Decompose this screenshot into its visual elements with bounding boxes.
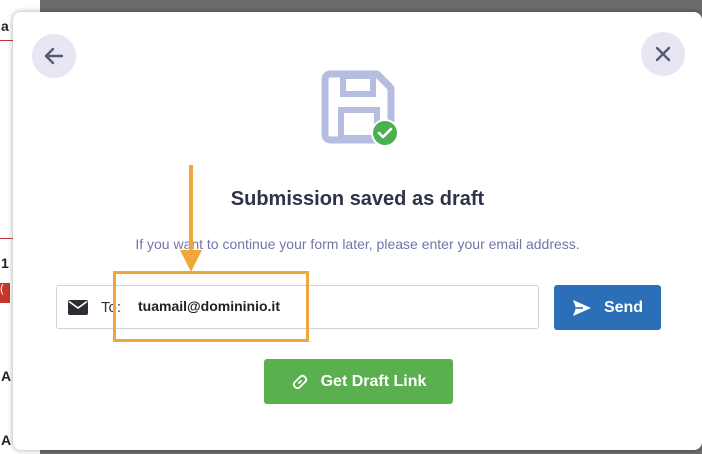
background-divider [0, 238, 14, 239]
get-draft-link-button[interactable]: Get Draft Link [264, 359, 453, 404]
send-button[interactable]: Send [554, 285, 661, 330]
envelope-icon [68, 300, 88, 315]
floppy-disk-check-icon [321, 70, 399, 147]
arrow-left-icon [44, 47, 64, 65]
background-text: A [1, 368, 12, 384]
background-badge: ( [0, 283, 10, 303]
modal-title: Submission saved as draft [230, 188, 485, 210]
annotation-highlight-box [113, 271, 309, 342]
background-text: A [1, 432, 12, 448]
background-text: a [1, 18, 9, 34]
back-button[interactable] [32, 34, 76, 78]
annotation-arrow-shaft [189, 165, 193, 260]
annotation-arrow-head [180, 250, 202, 272]
close-icon [655, 46, 671, 62]
get-draft-link-label: Get Draft Link [320, 372, 427, 390]
background-text: 1 [1, 255, 9, 271]
send-button-label: Send [603, 298, 644, 316]
close-button[interactable] [641, 32, 685, 76]
background-divider [0, 40, 14, 41]
save-draft-modal: Submission saved as draft If you want to… [13, 12, 702, 450]
paper-plane-icon [572, 299, 591, 316]
link-icon [292, 374, 307, 389]
modal-subtitle: If you want to continue your form later,… [135, 236, 580, 252]
